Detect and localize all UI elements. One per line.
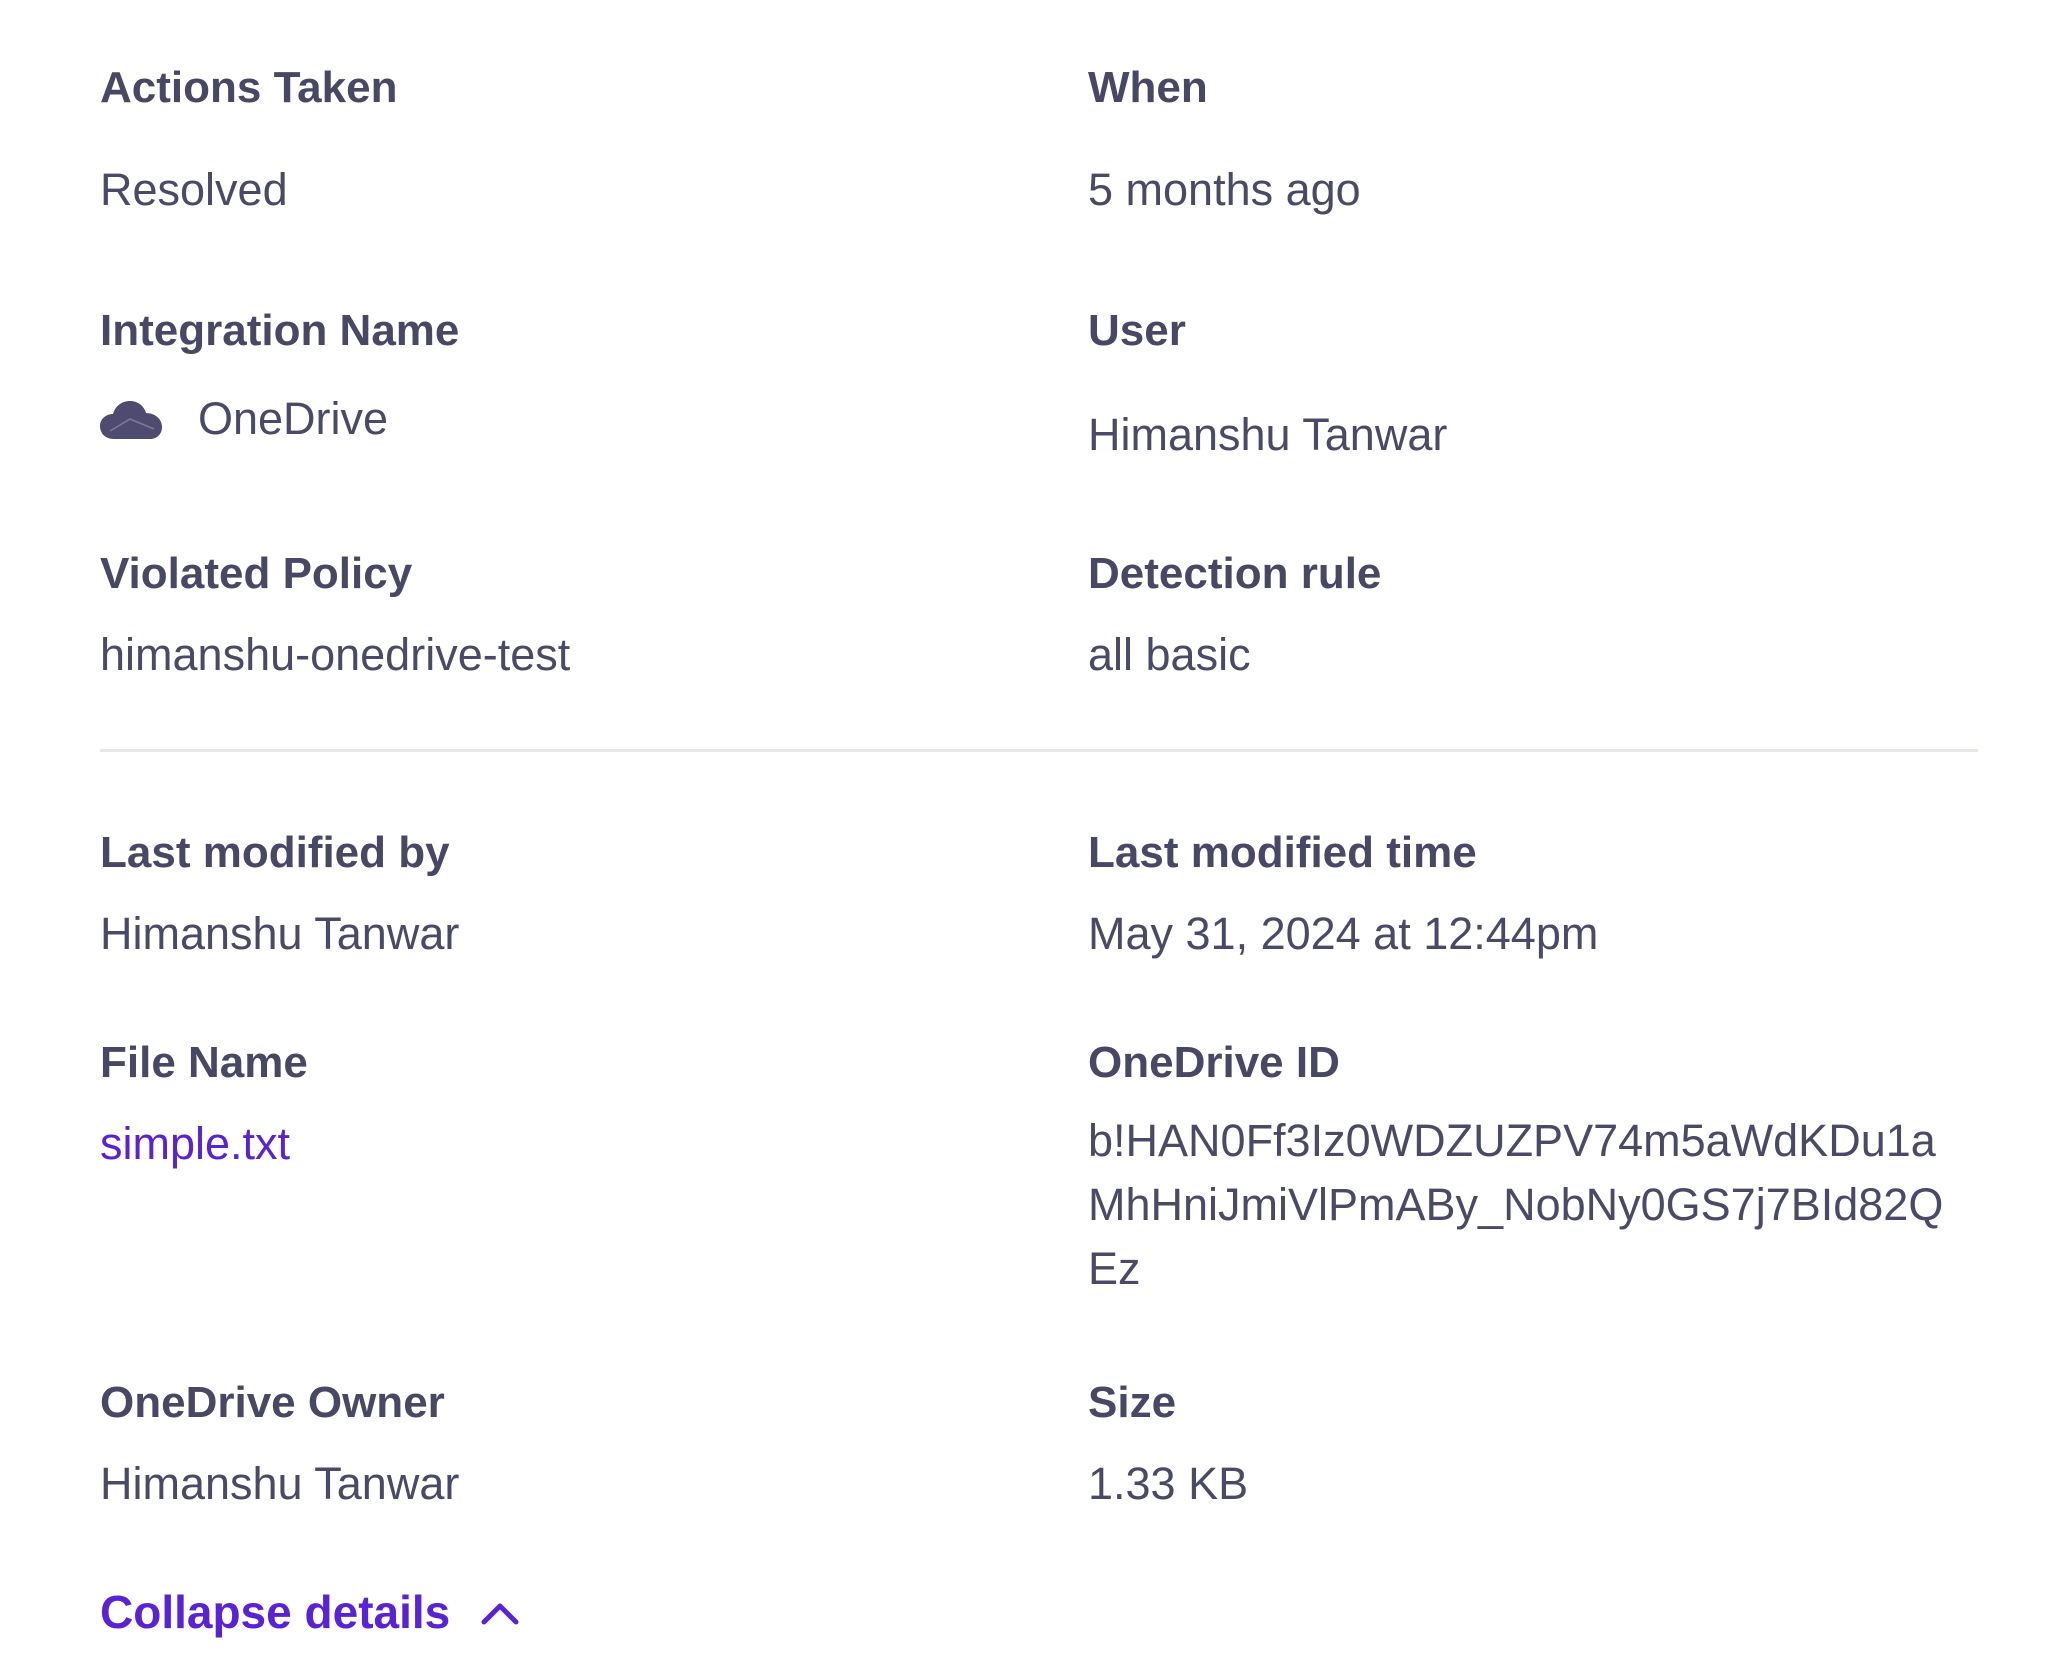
when-label: When: [1088, 63, 1208, 112]
section-divider: [100, 749, 1978, 752]
actions-taken-value: Resolved: [100, 164, 288, 215]
violated-policy-label: Violated Policy: [100, 549, 413, 598]
file-name-link[interactable]: simple.txt: [100, 1121, 290, 1166]
collapse-details-label: Collapse details: [100, 1586, 451, 1638]
detection-rule-value: all basic: [1088, 629, 1251, 680]
onedrive-owner-value: Himanshu Tanwar: [100, 1458, 460, 1509]
integration-name-row: OneDrive: [100, 396, 388, 441]
when-value: 5 months ago: [1088, 164, 1361, 215]
size-value: 1.33 KB: [1088, 1458, 1249, 1509]
chevron-up-icon: [480, 1598, 520, 1626]
detection-rule-label: Detection rule: [1088, 549, 1382, 598]
last-modified-time-value: May 31, 2024 at 12:44pm: [1088, 908, 1599, 959]
integration-name-label: Integration Name: [100, 306, 460, 355]
file-name-label: File Name: [100, 1038, 308, 1087]
user-value: Himanshu Tanwar: [1088, 409, 1448, 460]
onedrive-owner-label: OneDrive Owner: [100, 1378, 445, 1427]
onedrive-id-value: b!HAN0Ff3Iz0WDZUZPV74m5aWdKDu1aMhHniJmiV…: [1088, 1115, 1944, 1294]
size-label: Size: [1088, 1378, 1177, 1427]
onedrive-id-label: OneDrive ID: [1088, 1038, 1340, 1087]
last-modified-by-label: Last modified by: [100, 828, 450, 877]
cloud-icon: [100, 397, 164, 441]
collapse-details-button[interactable]: Collapse details: [100, 1589, 520, 1635]
last-modified-by-value: Himanshu Tanwar: [100, 908, 460, 959]
violated-policy-value: himanshu-onedrive-test: [100, 629, 571, 680]
integration-name-value: OneDrive: [198, 393, 389, 444]
last-modified-time-label: Last modified time: [1088, 828, 1477, 877]
actions-taken-label: Actions Taken: [100, 63, 398, 112]
user-label: User: [1088, 306, 1186, 355]
alert-details-panel: Actions Taken Resolved When 5 months ago…: [0, 0, 2068, 1676]
